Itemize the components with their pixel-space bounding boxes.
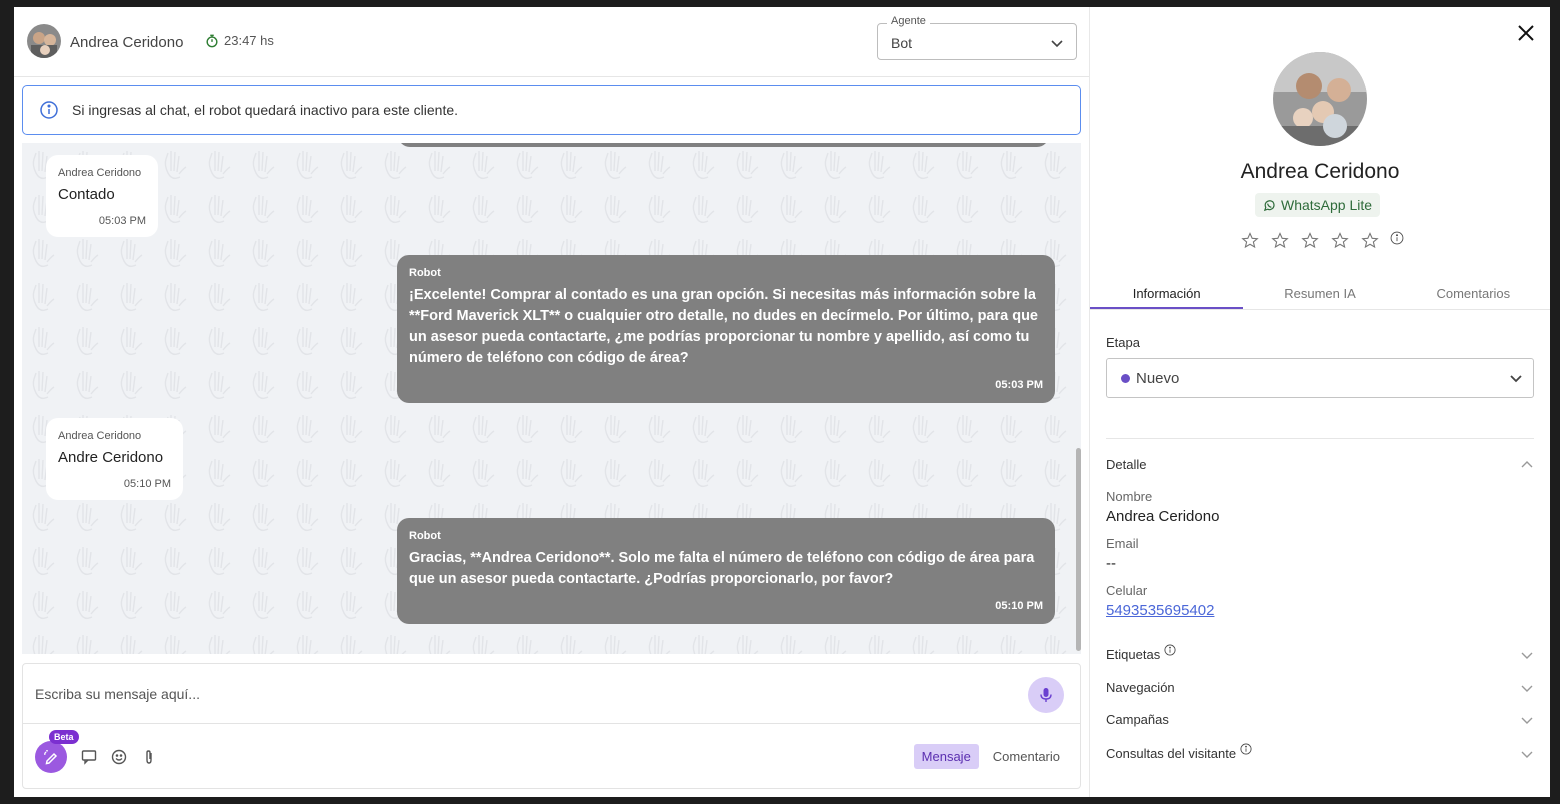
name-label: Nombre [1106, 489, 1153, 504]
whatsapp-icon [1263, 199, 1275, 211]
agent-label: Agente [887, 15, 930, 27]
message-text: ¡Excelente! Comprar al contado es una gr… [409, 287, 1039, 366]
message-time: 05:10 PM [995, 600, 1043, 612]
channel-label: WhatsApp Lite [1281, 197, 1373, 213]
profile-avatar [1273, 52, 1367, 146]
magic-pen-icon [44, 750, 58, 765]
message-text: Gracias, **Andrea Ceridono**. Solo me fa… [409, 550, 1035, 587]
tab-resumen-ia[interactable]: Resumen IA [1243, 277, 1396, 309]
phone-link[interactable]: 5493535695402 [1106, 602, 1214, 619]
name-value: Andrea Ceridono [1106, 508, 1220, 525]
composer-mode-tabs: Mensaje Comentario [913, 744, 1068, 769]
detail-section-header[interactable]: Detalle [1106, 457, 1534, 472]
section-campanas[interactable]: Campañas [1106, 712, 1534, 727]
info-icon[interactable] [1390, 231, 1404, 245]
chat-header: Andrea Ceridono 23:47 hs Agente Bot [14, 7, 1089, 77]
stage-value: Nuevo [1136, 369, 1180, 387]
beta-badge: Beta [49, 730, 79, 744]
contact-name: Andrea Ceridono [70, 34, 184, 51]
section-label: Etiquetas [1106, 647, 1161, 662]
section-label: Campañas [1106, 712, 1169, 727]
microphone-icon [1040, 688, 1052, 702]
avatar[interactable] [27, 24, 61, 58]
stage-label: Etapa [1106, 335, 1140, 350]
chat-pane: Andrea Ceridono 23:47 hs Agente Bot Si i… [14, 7, 1090, 797]
message-list[interactable]: Andrea Ceridono Contado 05:03 PM Robot ¡… [22, 143, 1081, 654]
agent-select[interactable]: Agente Bot [877, 15, 1077, 60]
info-icon[interactable] [1164, 643, 1176, 656]
phone-label: Celular [1106, 583, 1148, 598]
banner-text: Si ingresas al chat, el robot quedará in… [72, 102, 459, 118]
section-navegacion[interactable]: Navegación [1106, 680, 1534, 695]
quick-reply-icon[interactable] [81, 749, 97, 765]
divider [1106, 438, 1534, 439]
info-icon[interactable] [1240, 742, 1252, 755]
tab-comentarios[interactable]: Comentarios [1397, 277, 1550, 309]
conversation-timer: 23:47 hs [205, 33, 274, 48]
message-time: 05:03 PM [995, 379, 1043, 391]
outgoing-message: Robot Gracias, **Andrea Ceridono**. Solo… [397, 518, 1055, 624]
stopwatch-icon [206, 34, 218, 47]
info-icon [40, 101, 58, 119]
tab-message[interactable]: Mensaje [913, 744, 979, 769]
star-icon[interactable] [1360, 231, 1380, 251]
composer-toolbar: Beta [35, 730, 157, 773]
section-consultas[interactable]: Consultas del visitante [1106, 742, 1534, 761]
message-input[interactable] [23, 664, 1080, 724]
star-icon[interactable] [1240, 231, 1260, 251]
message-text: Andre Ceridono [58, 449, 164, 466]
section-label: Consultas del visitante [1106, 746, 1237, 761]
outgoing-message: Robot ¡Excelente! Comprar al contado es … [397, 255, 1055, 403]
chevron-down-icon [1510, 375, 1522, 383]
rating-stars [1240, 231, 1404, 251]
channel-badge: WhatsApp Lite [1255, 193, 1381, 217]
star-icon[interactable] [1300, 231, 1320, 251]
star-icon[interactable] [1330, 231, 1350, 251]
scrollbar[interactable] [1076, 448, 1081, 651]
conversation-modal: Andrea Ceridono 23:47 hs Agente Bot Si i… [14, 7, 1550, 797]
tab-informacion[interactable]: Información [1090, 277, 1244, 309]
section-etiquetas[interactable]: Etiquetas [1106, 643, 1534, 662]
chevron-down-icon [1521, 751, 1533, 758]
close-icon[interactable] [1516, 23, 1536, 43]
ai-assist-button[interactable]: Beta [35, 730, 79, 773]
contact-details-pane: Andrea Ceridono WhatsApp Lite Informació… [1090, 7, 1550, 797]
agent-value: Bot [891, 35, 913, 51]
tab-comment[interactable]: Comentario [985, 744, 1068, 769]
email-label: Email [1106, 536, 1139, 551]
timer-text: 23:47 hs [224, 33, 274, 48]
details-tabs: Información Resumen IA Comentarios [1090, 277, 1550, 310]
message-time: 05:03 PM [98, 215, 146, 227]
chevron-up-icon [1521, 460, 1533, 467]
stage-color-dot [1121, 373, 1130, 383]
message-sender: Andrea Ceridono [58, 430, 142, 442]
message-sender: Andrea Ceridono [58, 167, 142, 179]
incoming-message: Andrea Ceridono Andre Ceridono 05:10 PM [46, 418, 183, 500]
chevron-down-icon [1521, 717, 1533, 724]
detail-label: Detalle [1106, 457, 1147, 472]
email-value: -- [1106, 555, 1116, 572]
message-time: 05:10 PM [123, 478, 171, 490]
emoji-icon[interactable] [111, 749, 127, 765]
incoming-message: Andrea Ceridono Contado 05:03 PM [46, 155, 158, 237]
chevron-down-icon [1051, 40, 1063, 48]
message-sender: Robot [409, 267, 441, 279]
chevron-down-icon [1521, 652, 1533, 659]
attachment-icon[interactable] [141, 749, 157, 765]
message-composer: Beta Mensaje Comentario [22, 663, 1081, 789]
message-sender: Robot [409, 530, 441, 542]
previous-message-edge [398, 143, 1049, 147]
stage-select[interactable]: Nuevo [1106, 358, 1534, 398]
profile-name: Andrea Ceridono [1240, 160, 1400, 183]
chevron-down-icon [1521, 685, 1533, 692]
message-text: Contado [58, 186, 115, 203]
robot-warning-banner: Si ingresas al chat, el robot quedará in… [22, 85, 1081, 135]
star-icon[interactable] [1270, 231, 1290, 251]
record-audio-button[interactable] [1028, 677, 1064, 713]
section-label: Navegación [1106, 680, 1175, 695]
